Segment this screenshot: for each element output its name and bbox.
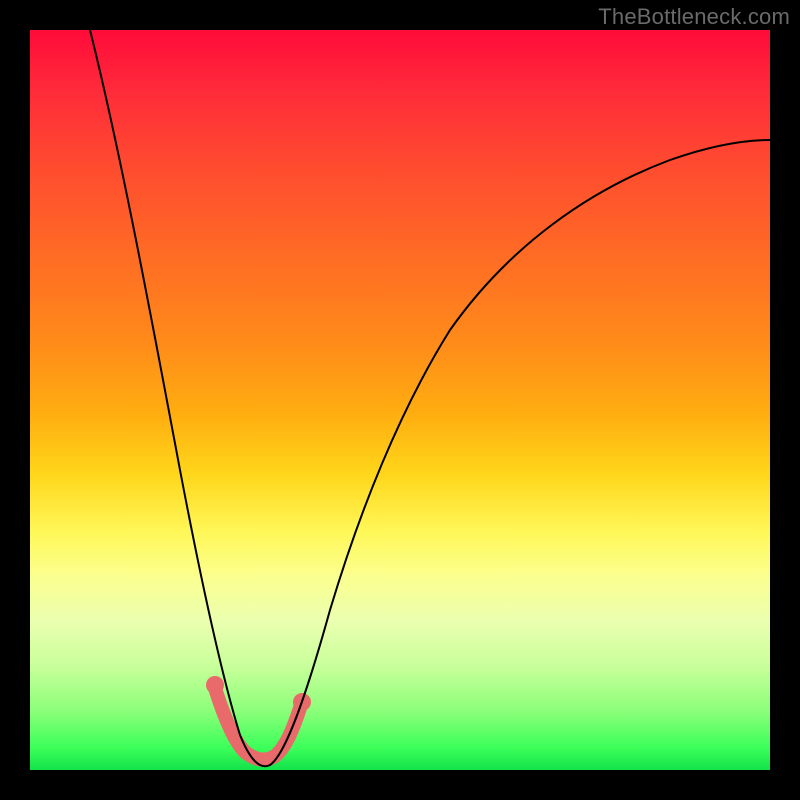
bottleneck-curve — [90, 30, 770, 766]
marker-dot — [206, 676, 224, 694]
marker-highlight — [215, 688, 300, 759]
curve-svg — [30, 30, 770, 770]
plot-area — [30, 30, 770, 770]
chart-frame: TheBottleneck.com — [0, 0, 800, 800]
watermark-text: TheBottleneck.com — [598, 4, 790, 30]
